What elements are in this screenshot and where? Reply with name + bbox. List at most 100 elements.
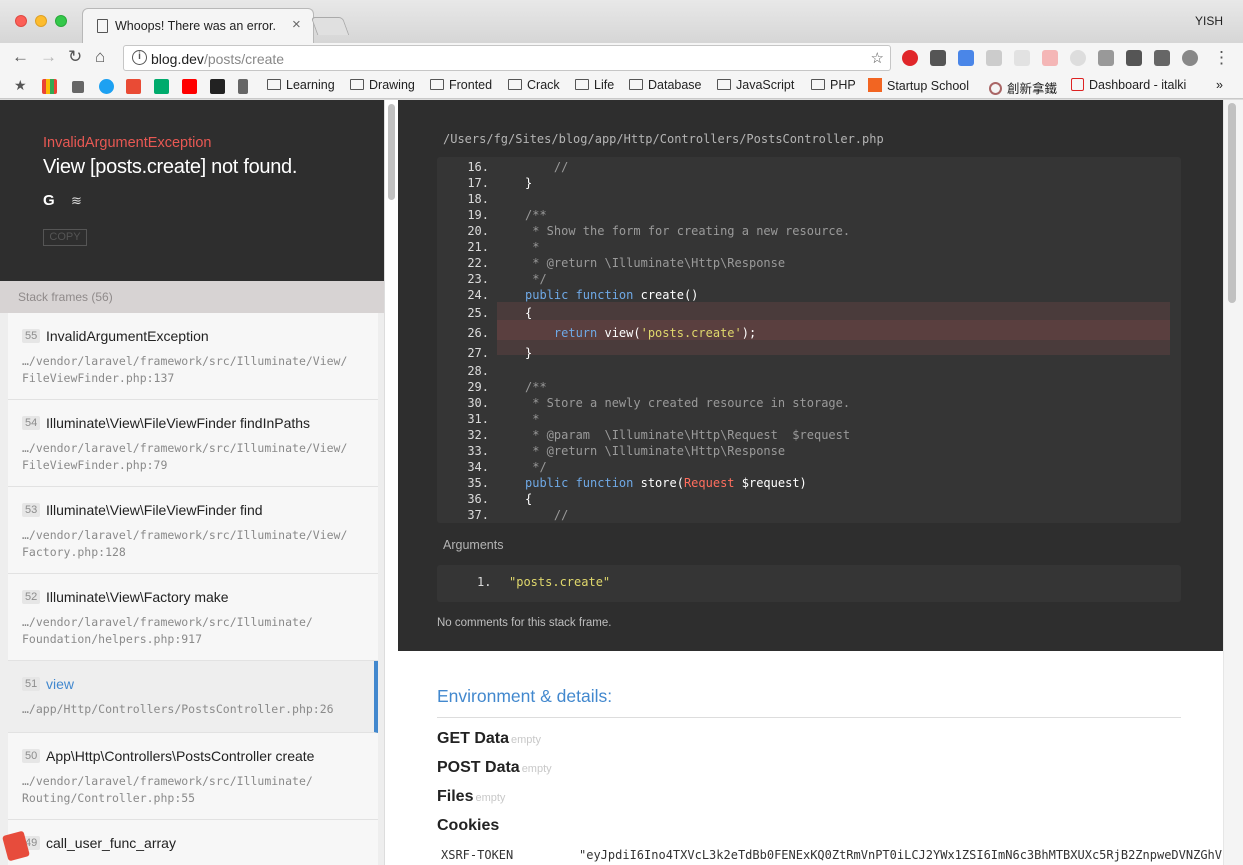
twitter-icon[interactable]: [99, 79, 114, 94]
reload-icon[interactable]: ↻: [68, 47, 82, 67]
stack-frame-active[interactable]: 51 view …/app/Http/Controllers/PostsCont…: [8, 661, 378, 733]
stack-frame[interactable]: 49 call_user_func_array: [8, 820, 378, 865]
youtube-icon[interactable]: [182, 79, 197, 94]
es-extension-icon[interactable]: [1154, 50, 1170, 66]
line-number: 32.: [467, 428, 489, 442]
line-number: 23.: [467, 272, 489, 286]
zoom-window-button[interactable]: [55, 15, 67, 27]
bookmarks-star-icon[interactable]: ★: [14, 77, 29, 93]
extension-icon[interactable]: [1014, 50, 1030, 66]
bookmark-javascript[interactable]: JavaScript: [717, 78, 794, 92]
code-line: 21. *: [437, 239, 1181, 255]
line-number: 26.: [467, 326, 489, 340]
code-section: /Users/fg/Sites/blog/app/Http/Controller…: [398, 100, 1223, 651]
line-number: 25.: [467, 306, 489, 320]
line-source: public function create(): [525, 288, 699, 302]
typography-extension-icon[interactable]: [1126, 50, 1142, 66]
frame-file-path[interactable]: /Users/fg/Sites/blog/app/Http/Controller…: [443, 132, 884, 146]
send-icon[interactable]: [72, 81, 84, 93]
bookmark-php[interactable]: PHP: [811, 78, 856, 92]
ycombinator-icon: [868, 78, 882, 92]
folder-icon: [508, 79, 522, 90]
bookmark-learning[interactable]: Learning: [267, 78, 335, 92]
left-panel: InvalidArgumentException View [posts.cre…: [0, 100, 384, 865]
right-scrollbar[interactable]: [1223, 100, 1243, 865]
stack-frame[interactable]: 52 Illuminate\View\Factory make …/vendor…: [8, 574, 378, 661]
bookmark-life[interactable]: Life: [575, 78, 614, 92]
frame-file: …/vendor/laravel/framework/src/Illuminat…: [22, 354, 348, 385]
stack-frame[interactable]: 55 InvalidArgumentException …/vendor/lar…: [8, 313, 378, 400]
laravel-extension-icon[interactable]: [1042, 50, 1058, 66]
bookmark-italki[interactable]: Dashboard - italki: [1071, 78, 1186, 92]
code-line: 22. * @return \Illuminate\Http\Response: [437, 255, 1181, 271]
stack-frame[interactable]: 50 App\Http\Controllers\PostsController …: [8, 733, 378, 820]
frame-name: App\Http\Controllers\PostsController cre…: [46, 748, 315, 764]
new-tab-button[interactable]: [310, 17, 350, 35]
stackoverflow-icon[interactable]: ≋: [71, 193, 82, 209]
rocket-icon[interactable]: [126, 79, 141, 94]
bookmark-crack[interactable]: Crack: [508, 78, 560, 92]
frame-name: Illuminate\View\Factory make: [46, 589, 229, 605]
line-number: 30.: [467, 396, 489, 410]
scroll-thumb[interactable]: [1228, 103, 1236, 303]
profile-name[interactable]: YISH: [1195, 14, 1223, 28]
frame-name: call_user_func_array: [46, 835, 176, 851]
translate-extension-icon[interactable]: [958, 50, 974, 66]
steam-icon[interactable]: [210, 79, 225, 94]
line-number: 34.: [467, 460, 489, 474]
code-line: 30. * Store a newly created resource in …: [437, 395, 1181, 411]
folder-icon: [575, 79, 589, 90]
google-search-icon[interactable]: G: [43, 192, 55, 209]
menu-icon[interactable]: ⋮: [1213, 48, 1230, 68]
code-line: 18.: [437, 191, 1181, 207]
back-arrow-icon[interactable]: ←: [12, 47, 29, 67]
bookmark-star-icon[interactable]: ☆: [871, 49, 884, 67]
extension-icon[interactable]: [1070, 50, 1086, 66]
minimize-window-button[interactable]: [35, 15, 47, 27]
bookmark-startup-school[interactable]: Startup School: [868, 78, 969, 93]
home-icon[interactable]: ⌂: [95, 47, 105, 67]
forward-arrow-icon[interactable]: →: [40, 47, 57, 67]
line-source: public function store(Request $request): [525, 476, 807, 490]
scroll-thumb[interactable]: [388, 104, 395, 200]
cookie-key: XSRF-TOKEN: [441, 848, 514, 862]
stack-frame[interactable]: 53 Illuminate\View\FileViewFinder find ……: [8, 487, 378, 574]
line-number: 31.: [467, 412, 489, 426]
bookmarks-bar: ★ Learning Drawing Fronted Crack Life Da…: [0, 73, 1243, 99]
site-info-icon[interactable]: i: [132, 50, 147, 65]
stack-frames-list: 55 InvalidArgumentException …/vendor/lar…: [8, 313, 378, 865]
tab-close-icon[interactable]: ×: [292, 16, 301, 33]
coffee-icon: [989, 82, 1002, 95]
line-source: */: [525, 460, 547, 474]
pocket-extension-icon[interactable]: [930, 50, 946, 66]
browser-tab[interactable]: Whoops! There was an error. ×: [82, 8, 314, 43]
frame-name: view: [46, 676, 75, 692]
image-extension-icon[interactable]: [986, 50, 1002, 66]
bookmark-innovation-latte[interactable]: 創新拿鐵: [989, 78, 1057, 97]
bookmarks-more-icon[interactable]: »: [1216, 78, 1223, 92]
code-line: 16. //: [437, 159, 1181, 175]
line-number: 27.: [467, 346, 489, 360]
line-source: {: [525, 306, 533, 320]
bookmark-fronted[interactable]: Fronted: [430, 78, 492, 92]
copy-button[interactable]: COPY: [43, 229, 87, 246]
address-bar[interactable]: i blog.dev/posts/create ☆: [123, 45, 891, 71]
close-window-button[interactable]: [15, 15, 27, 27]
opera-extension-icon[interactable]: [902, 50, 918, 66]
database-extension-icon[interactable]: [1182, 50, 1198, 66]
code-line: 19. /**: [437, 207, 1181, 223]
bookmark-database[interactable]: Database: [629, 78, 702, 92]
frame-details-panel: /Users/fg/Sites/blog/app/Http/Controller…: [398, 100, 1223, 865]
code-line: 37. //: [437, 507, 1181, 523]
medium-icon[interactable]: [154, 79, 169, 94]
apps-grid-icon[interactable]: [42, 79, 57, 94]
stack-frame[interactable]: 54 Illuminate\View\FileViewFinder findIn…: [8, 400, 378, 487]
line-source: * @param \Illuminate\Http\Request $reque…: [525, 428, 851, 442]
java-icon[interactable]: [238, 79, 248, 94]
left-scrollbar[interactable]: [384, 100, 398, 865]
line-source: return view('posts.create');: [553, 326, 757, 340]
bookmark-drawing[interactable]: Drawing: [350, 78, 415, 92]
vue-extension-icon[interactable]: [1098, 50, 1114, 66]
code-line: 33. * @return \Illuminate\Http\Response: [437, 443, 1181, 459]
line-source: */: [525, 272, 547, 286]
